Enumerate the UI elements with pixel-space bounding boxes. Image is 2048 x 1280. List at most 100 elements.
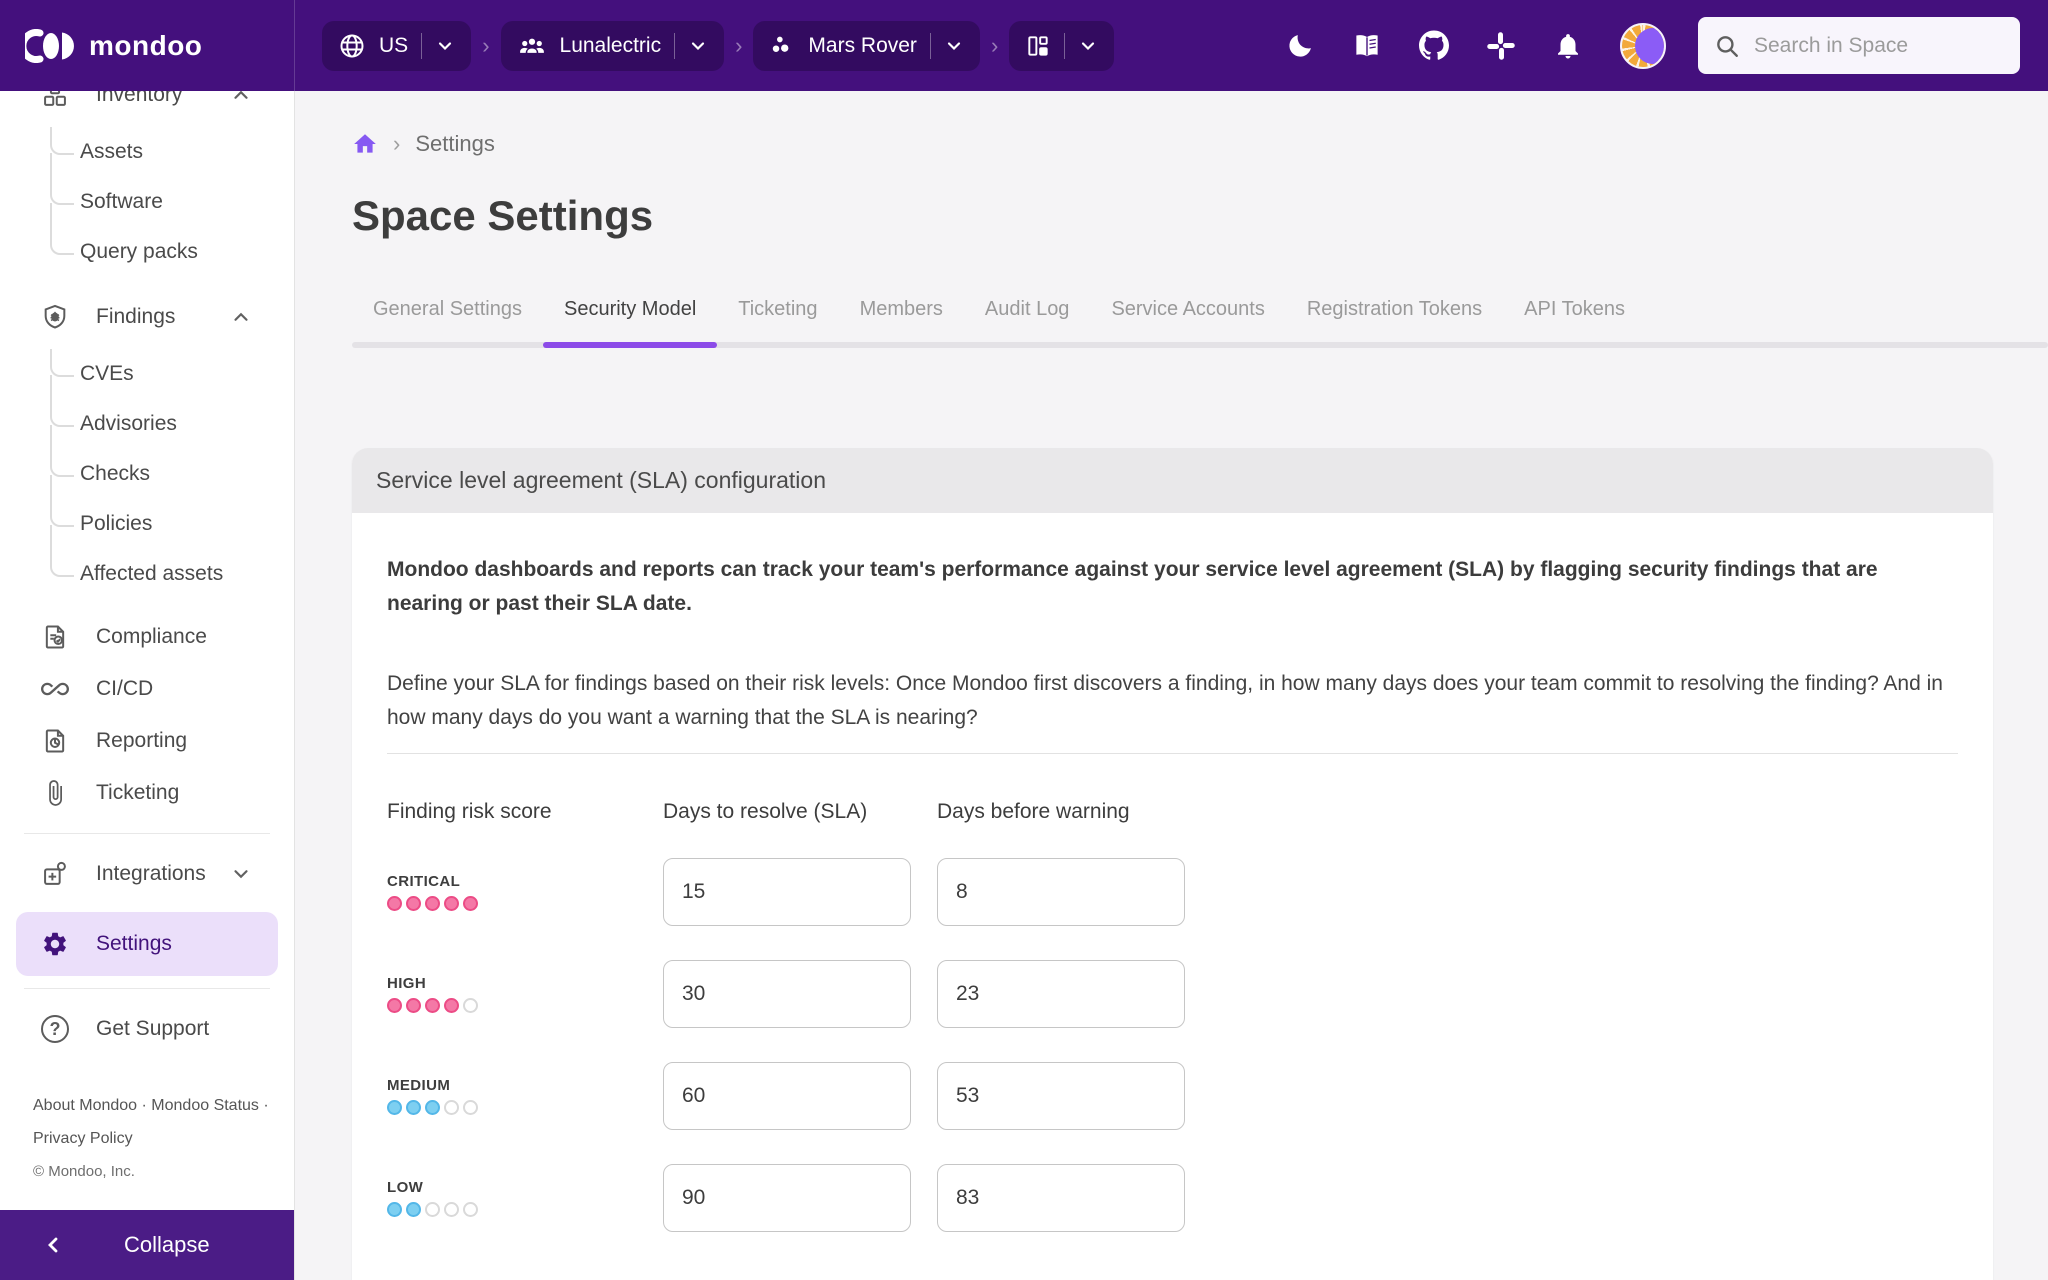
sidebar-item-label: Findings <box>96 305 230 329</box>
sidebar-item-settings[interactable]: Settings <box>16 912 278 976</box>
region-label: US <box>379 34 408 58</box>
chevron-up-icon[interactable] <box>230 306 252 328</box>
tab-general-settings[interactable]: General Settings <box>352 290 543 348</box>
sidebar-item-advisories[interactable]: Advisories <box>0 399 294 449</box>
chevron-down-icon[interactable] <box>944 36 964 56</box>
logo-section[interactable]: mondoo <box>0 0 295 91</box>
topbar-actions <box>1285 23 1666 69</box>
severity-label: MEDIUM <box>387 1077 663 1094</box>
footer-links-line1[interactable]: About Mondoo · Mondoo Status · <box>33 1089 269 1122</box>
tab-registration-tokens[interactable]: Registration Tokens <box>1286 290 1503 348</box>
view-selector[interactable] <box>1009 21 1114 71</box>
dark-mode-icon[interactable] <box>1285 31 1315 61</box>
sidebar-item-inventory[interactable]: Inventory <box>0 91 294 127</box>
sidebar-item-checks[interactable]: Checks <box>0 449 294 499</box>
integrations-icon <box>40 859 70 889</box>
space-icon <box>769 33 795 59</box>
inventory-boxes-icon <box>40 91 70 110</box>
sla-table-headers: Finding risk score Days to resolve (SLA)… <box>387 800 1958 824</box>
sidebar-item-cves[interactable]: CVEs <box>0 349 294 399</box>
sla-row-medium: MEDIUM <box>387 1062 1958 1130</box>
docs-book-icon[interactable] <box>1352 31 1382 61</box>
collapse-sidebar-button[interactable]: Collapse <box>0 1210 294 1280</box>
sidebar-item-reporting[interactable]: Reporting <box>0 715 294 767</box>
main-content: › Settings Space Settings General Settin… <box>295 91 2048 1280</box>
cicd-infinity-icon <box>40 674 70 704</box>
sidebar-item-label: Inventory <box>96 91 230 107</box>
organization-icon <box>517 31 547 61</box>
column-header-risk-score: Finding risk score <box>387 800 663 824</box>
chevron-down-icon[interactable] <box>688 36 708 56</box>
medium-days-to-resolve-input[interactable] <box>663 1062 911 1130</box>
avatar-graphic <box>1635 28 1666 64</box>
chevron-up-icon[interactable] <box>230 91 252 106</box>
sla-intro-bold: Mondoo dashboards and reports can track … <box>387 553 1957 621</box>
sidebar-item-findings[interactable]: Findings <box>0 285 294 349</box>
sla-row-low: LOW <box>387 1164 1958 1232</box>
critical-days-before-warning-input[interactable] <box>937 858 1185 926</box>
tab-service-accounts[interactable]: Service Accounts <box>1090 290 1285 348</box>
user-avatar[interactable] <box>1620 23 1666 69</box>
slack-icon[interactable] <box>1486 31 1516 61</box>
chevron-down-icon[interactable] <box>1078 36 1098 56</box>
chevron-down-icon[interactable] <box>230 863 252 885</box>
sidebar-item-get-support[interactable]: ? Get Support <box>0 1003 294 1055</box>
medium-days-before-warning-input[interactable] <box>937 1062 1185 1130</box>
organization-label: Lunalectric <box>560 34 662 58</box>
home-icon[interactable] <box>352 131 378 157</box>
severity-cell: CRITICAL <box>387 873 663 911</box>
low-days-to-resolve-input[interactable] <box>663 1164 911 1232</box>
footer-privacy-link[interactable]: Privacy Policy <box>33 1122 269 1155</box>
sidebar: Inventory Assets Software Query packs Fi… <box>0 91 295 1280</box>
card-header: Service level agreement (SLA) configurat… <box>352 448 1993 513</box>
severity-label: LOW <box>387 1179 663 1196</box>
breadcrumb-separator: › <box>393 131 400 157</box>
tab-ticketing[interactable]: Ticketing <box>717 290 838 348</box>
help-question-icon: ? <box>40 1014 70 1044</box>
space-selector[interactable]: Mars Rover <box>753 21 980 71</box>
notifications-bell-icon[interactable] <box>1553 31 1583 61</box>
severity-dot <box>406 896 421 911</box>
sidebar-item-cicd[interactable]: CI/CD <box>0 663 294 715</box>
low-days-before-warning-input[interactable] <box>937 1164 1185 1232</box>
severity-dot <box>444 1202 459 1217</box>
breadcrumb-separator: › <box>735 33 742 59</box>
high-days-before-warning-input[interactable] <box>937 960 1185 1028</box>
sidebar-item-policies[interactable]: Policies <box>0 499 294 549</box>
high-days-to-resolve-input[interactable] <box>663 960 911 1028</box>
sidebar-item-affected-assets[interactable]: Affected assets <box>0 549 294 599</box>
search-input[interactable] <box>1754 34 2004 58</box>
severity-dot <box>444 896 459 911</box>
sidebar-divider <box>24 988 270 989</box>
tab-security-model[interactable]: Security Model <box>543 290 717 348</box>
sidebar-item-label: CI/CD <box>96 677 294 701</box>
space-search[interactable] <box>1698 17 2020 74</box>
severity-dot <box>463 896 478 911</box>
sidebar-nav: Inventory Assets Software Query packs Fi… <box>0 91 294 1055</box>
critical-days-to-resolve-input[interactable] <box>663 858 911 926</box>
sidebar-item-label: Ticketing <box>96 781 294 805</box>
sidebar-item-ticketing[interactable]: Ticketing <box>0 767 294 819</box>
severity-dot <box>387 1100 402 1115</box>
sidebar-item-software[interactable]: Software <box>0 177 294 227</box>
gear-icon <box>40 929 70 959</box>
github-icon[interactable] <box>1419 31 1449 61</box>
sidebar-item-query-packs[interactable]: Query packs <box>0 227 294 277</box>
severity-dot <box>425 998 440 1013</box>
region-selector[interactable]: US <box>322 21 471 71</box>
severity-dot <box>463 1100 478 1115</box>
tab-api-tokens[interactable]: API Tokens <box>1503 290 1646 348</box>
chevron-down-icon[interactable] <box>435 36 455 56</box>
severity-dots <box>387 998 663 1013</box>
context-breadcrumbs: US › Lunalectric › <box>295 21 1114 71</box>
severity-dot <box>387 896 402 911</box>
tab-members[interactable]: Members <box>839 290 964 348</box>
sidebar-item-compliance[interactable]: Compliance <box>0 611 294 663</box>
search-icon <box>1714 33 1740 59</box>
chevron-left-icon <box>42 1233 66 1257</box>
tab-audit-log[interactable]: Audit Log <box>964 290 1091 348</box>
organization-selector[interactable]: Lunalectric <box>501 21 725 71</box>
sidebar-item-integrations[interactable]: Integrations <box>0 842 294 906</box>
sidebar-item-assets[interactable]: Assets <box>0 127 294 177</box>
sidebar-item-label: Settings <box>96 932 278 956</box>
